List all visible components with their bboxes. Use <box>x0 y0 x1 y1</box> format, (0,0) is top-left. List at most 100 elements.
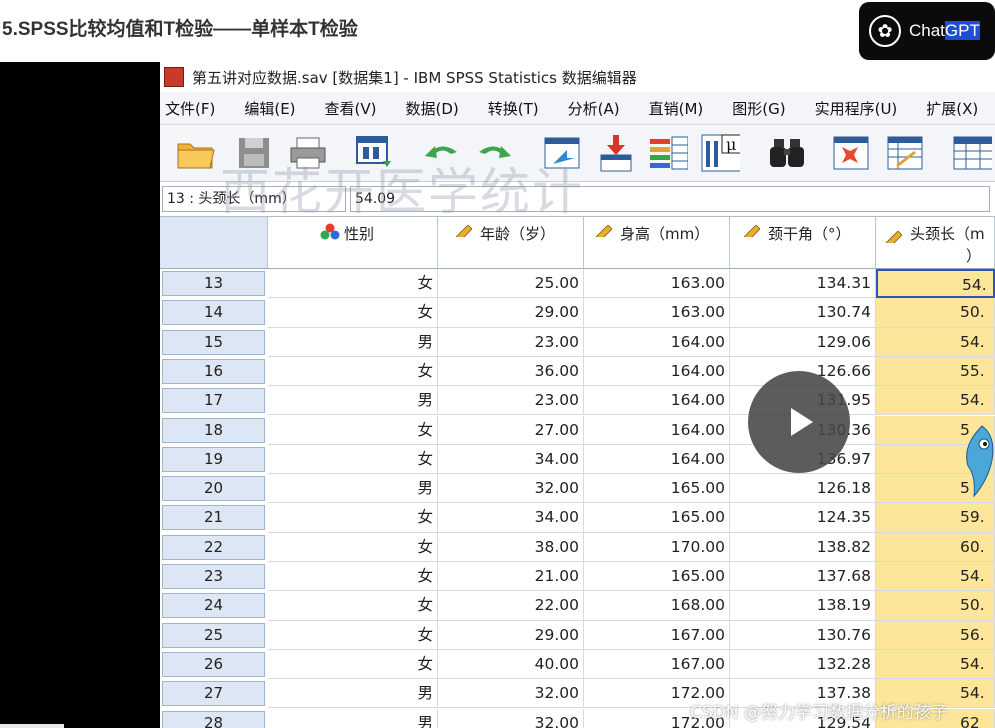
data-cell[interactable]: 138.82 <box>730 532 876 562</box>
row-number[interactable]: 18 <box>162 417 265 443</box>
data-cell[interactable]: 164.00 <box>584 386 730 416</box>
data-cell[interactable]: 女 <box>268 562 438 592</box>
menu-file[interactable]: 文件(F) <box>160 98 215 119</box>
data-cell[interactable]: 55. <box>876 356 995 387</box>
menu-analyze[interactable]: 分析(A) <box>563 98 620 119</box>
data-cell[interactable]: 54. <box>876 327 995 357</box>
column-header-gender[interactable]: 性别 <box>268 217 438 269</box>
data-cell[interactable]: 21.00 <box>438 562 584 592</box>
insert-cases-icon[interactable] <box>830 133 870 173</box>
row-number[interactable]: 15 <box>162 329 265 355</box>
row-number[interactable]: 28 <box>162 710 265 728</box>
row-number[interactable]: 26 <box>162 651 265 677</box>
data-cell[interactable]: 32.00 <box>438 679 584 709</box>
data-cell[interactable]: 164.00 <box>584 356 730 387</box>
row-number[interactable]: 14 <box>162 300 265 326</box>
data-cell[interactable]: 40.00 <box>438 649 584 680</box>
data-cell[interactable]: 36.00 <box>438 356 584 387</box>
data-cell[interactable]: 167.00 <box>584 620 730 650</box>
data-cell[interactable]: 34.00 <box>438 503 584 533</box>
data-cell[interactable]: 男 <box>268 679 438 709</box>
column-header-age[interactable]: 年龄（岁） <box>438 217 584 269</box>
menu-transform[interactable]: 转换(T) <box>483 98 539 119</box>
column-header-neck-angle[interactable]: 颈干角（°） <box>730 217 876 269</box>
variables-icon[interactable] <box>648 133 688 173</box>
video-progress-bar[interactable] <box>0 724 64 728</box>
data-cell[interactable]: 130.76 <box>730 620 876 650</box>
data-cell[interactable]: 137.68 <box>730 562 876 592</box>
data-cell[interactable]: 170.00 <box>584 532 730 562</box>
data-cell[interactable]: 163.00 <box>584 298 730 328</box>
row-number[interactable]: 13 <box>162 271 265 296</box>
data-cell[interactable]: 女 <box>268 591 438 621</box>
data-cell[interactable]: 138.19 <box>730 591 876 621</box>
data-cell[interactable]: 54. <box>876 562 995 592</box>
data-cell[interactable]: 130.74 <box>730 298 876 328</box>
run-descriptives-icon[interactable]: μ <box>700 133 740 173</box>
data-cell[interactable]: 男 <box>268 708 438 728</box>
row-number[interactable]: 21 <box>162 505 265 531</box>
row-number[interactable]: 16 <box>162 358 265 384</box>
data-cell[interactable]: 167.00 <box>584 649 730 680</box>
menu-data[interactable]: 数据(D) <box>401 98 459 119</box>
data-cell[interactable]: 60. <box>876 532 995 562</box>
data-cell[interactable]: 50. <box>876 591 995 621</box>
data-cell[interactable]: 25.00 <box>438 269 584 299</box>
data-cell[interactable]: 23.00 <box>438 386 584 416</box>
data-cell[interactable]: 女 <box>268 649 438 680</box>
column-header-height[interactable]: 身高（mm） <box>584 217 730 269</box>
data-cell[interactable]: 134.31 <box>730 269 876 299</box>
data-cell[interactable]: 164.00 <box>584 415 730 445</box>
data-cell[interactable]: 54. <box>876 269 995 299</box>
goto-variable-icon[interactable] <box>596 133 636 173</box>
data-cell[interactable]: 163.00 <box>584 269 730 299</box>
row-number[interactable]: 27 <box>162 681 265 707</box>
insert-variable-icon[interactable] <box>884 133 924 173</box>
data-cell[interactable]: 38.00 <box>438 532 584 562</box>
data-cell[interactable]: 女 <box>268 620 438 650</box>
menu-utilities[interactable]: 实用程序(U) <box>810 98 898 119</box>
data-cell[interactable]: 女 <box>268 415 438 445</box>
chatgpt-badge[interactable]: ✿ ChatGPT <box>859 2 995 60</box>
play-button[interactable] <box>748 371 850 473</box>
data-cell[interactable]: 59. <box>876 503 995 533</box>
row-number[interactable]: 22 <box>162 534 265 560</box>
menu-graphs[interactable]: 图形(G) <box>727 98 785 119</box>
data-cell[interactable]: 165.00 <box>584 503 730 533</box>
row-number[interactable]: 25 <box>162 622 265 648</box>
row-number[interactable]: 24 <box>162 593 265 619</box>
row-number[interactable]: 23 <box>162 564 265 589</box>
data-cell[interactable]: 164.00 <box>584 327 730 357</box>
data-cell[interactable]: 29.00 <box>438 298 584 328</box>
data-cell[interactable]: 129.06 <box>730 327 876 357</box>
data-cell[interactable]: 165.00 <box>584 562 730 592</box>
data-cell[interactable]: 124.35 <box>730 503 876 533</box>
data-cell[interactable]: 56. <box>876 620 995 650</box>
menu-extensions[interactable]: 扩展(X) <box>921 98 978 119</box>
menu-edit[interactable]: 编辑(E) <box>239 98 295 119</box>
open-folder-icon[interactable] <box>176 133 216 173</box>
data-cell[interactable]: 54. <box>876 649 995 680</box>
data-cell[interactable]: 女 <box>268 298 438 328</box>
data-cell[interactable]: 126.18 <box>730 474 876 504</box>
data-cell[interactable]: 女 <box>268 503 438 533</box>
menu-view[interactable]: 查看(V) <box>320 98 377 119</box>
grid-corner[interactable] <box>160 217 268 269</box>
data-cell[interactable]: 54. <box>876 386 995 416</box>
data-cell[interactable]: 32.00 <box>438 474 584 504</box>
data-cell[interactable]: 女 <box>268 356 438 387</box>
find-icon[interactable] <box>768 133 808 173</box>
row-number[interactable]: 17 <box>162 388 265 414</box>
data-cell[interactable]: 27.00 <box>438 415 584 445</box>
data-cell[interactable]: 32.00 <box>438 708 584 728</box>
data-cell[interactable]: 女 <box>268 269 438 299</box>
data-cell[interactable]: 23.00 <box>438 327 584 357</box>
data-cell[interactable]: 164.00 <box>584 444 730 475</box>
data-cell[interactable]: 34.00 <box>438 444 584 475</box>
data-cell[interactable]: 男 <box>268 386 438 416</box>
row-number[interactable]: 20 <box>162 476 265 502</box>
data-cell[interactable]: 50. <box>876 298 995 328</box>
data-cell[interactable]: 132.28 <box>730 649 876 680</box>
data-cell[interactable]: 22.00 <box>438 591 584 621</box>
data-cell[interactable]: 29.00 <box>438 620 584 650</box>
